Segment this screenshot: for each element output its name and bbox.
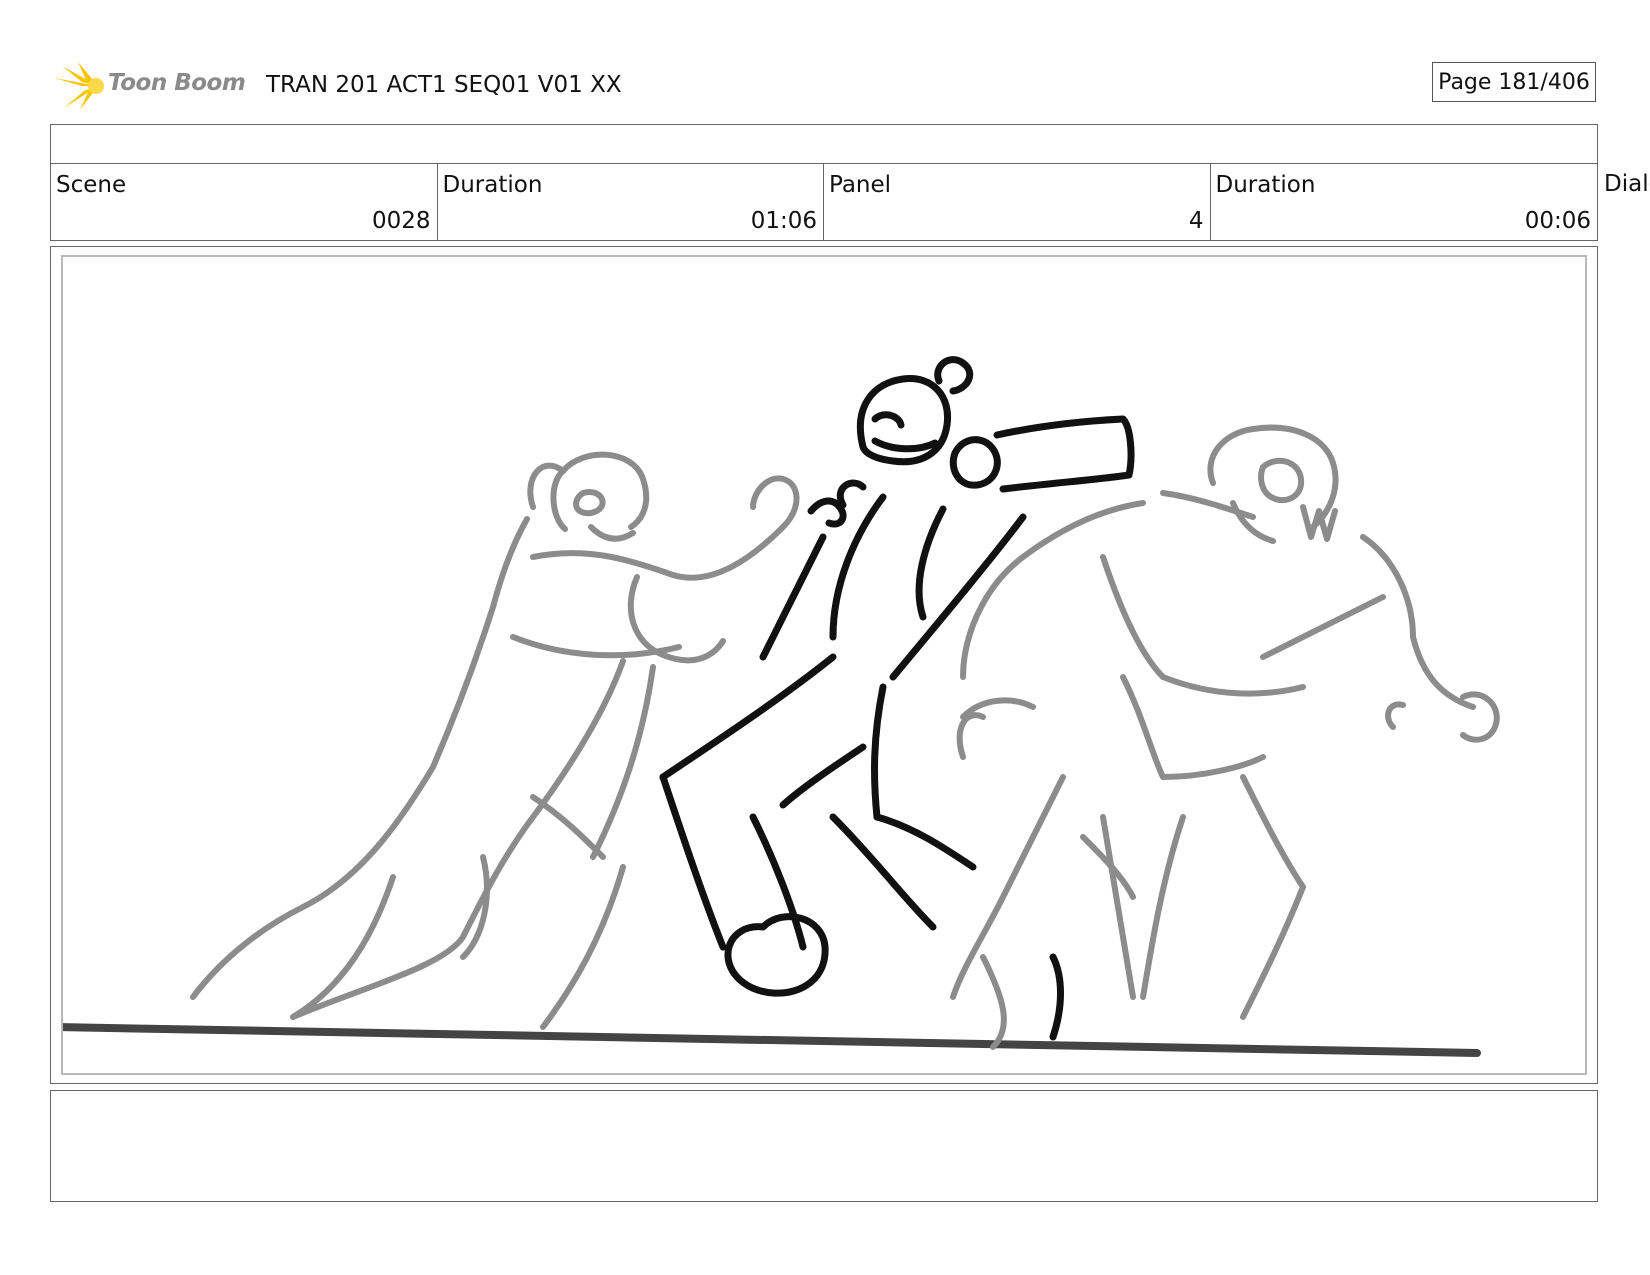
ground-line (63, 1023, 1481, 1057)
dialogue-column-label: Dialo (1604, 171, 1650, 197)
scene-duration-value: 01:06 (750, 208, 817, 234)
page-number-badge: Page 181/406 (1432, 62, 1596, 102)
storyboard-panel-frame (50, 246, 1598, 1084)
scene-cell: Scene 0028 (51, 164, 438, 240)
starburst-logo-icon (54, 62, 104, 110)
storyboard-sketch (63, 356, 1500, 1057)
scene-label: Scene (56, 172, 127, 198)
page-header: Toon Boom TRAN 201 ACT1 SEQ01 V01 XX Pag… (52, 58, 1602, 114)
sequence-title-row (50, 124, 1598, 164)
panel-cell: Panel 4 (824, 164, 1211, 240)
action-notes-box (50, 1090, 1598, 1202)
left-fighter-sketch (190, 451, 800, 1030)
storyboard-drawing-area (61, 255, 1587, 1075)
scene-value: 0028 (371, 208, 431, 234)
panel-duration-cell: Duration 00:06 (1211, 164, 1598, 240)
panel-duration-label: Duration (1215, 172, 1316, 198)
logo-text: Toon Boom (108, 70, 246, 96)
document-title: TRAN 201 ACT1 SEQ01 V01 XX (266, 72, 622, 98)
toon-boom-logo: Toon Boom (52, 58, 252, 114)
panel-duration-value: 00:06 (1524, 208, 1591, 234)
center-hero-sketch (659, 356, 1135, 1041)
panel-label: Panel (829, 172, 892, 198)
scene-duration-cell: Duration 01:06 (438, 164, 824, 240)
right-monster-sketch (950, 424, 1500, 1050)
panel-info-table: Scene 0028 Duration 01:06 Panel 4 Durati… (50, 163, 1598, 241)
panel-value: 4 (1188, 208, 1204, 234)
scene-duration-label: Duration (442, 172, 543, 198)
